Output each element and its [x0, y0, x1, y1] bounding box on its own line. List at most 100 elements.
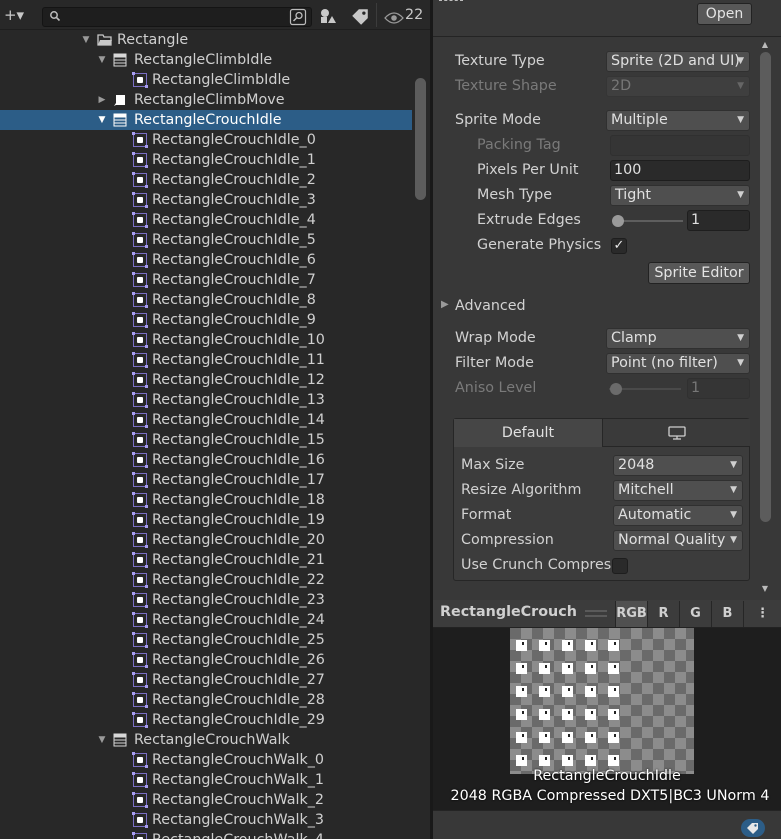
tree-item[interactable]: RectangleCrouchIdle_21 [0, 550, 412, 570]
tree-item[interactable]: RectangleCrouchIdle_9 [0, 310, 412, 330]
tree-item[interactable]: RectangleCrouchWalk_2 [0, 790, 412, 810]
tree-item[interactable]: ▶ RectangleClimbMove [0, 90, 412, 110]
tree-item[interactable]: ▼ RectangleClimbIdle [0, 50, 412, 70]
sprite-frame [585, 686, 596, 697]
advanced-foldout[interactable]: ▶ Advanced [433, 296, 763, 318]
sprite-mode-dropdown[interactable]: Multiple ▼ [606, 110, 750, 131]
tree-item[interactable]: RectangleCrouchIdle_7 [0, 270, 412, 290]
tree-item[interactable]: RectangleCrouchIdle_24 [0, 610, 412, 630]
open-button[interactable]: Open [697, 3, 752, 25]
tree-item[interactable]: RectangleCrouchWalk_0 [0, 750, 412, 770]
tree-scrollbar-thumb[interactable] [415, 78, 426, 200]
tree-item[interactable]: RectangleCrouchIdle_15 [0, 430, 412, 450]
packing-tag-row: Packing Tag [433, 135, 763, 157]
tree-item[interactable]: RectangleCrouchIdle_25 [0, 630, 412, 650]
expand-arrow-icon[interactable]: ▼ [80, 30, 92, 50]
tree-item[interactable]: RectangleCrouchWalk_3 [0, 810, 412, 830]
preview-menu-button[interactable]: ⋮ [743, 601, 781, 627]
tree-item[interactable]: RectangleCrouchIdle_6 [0, 250, 412, 270]
tree-item[interactable]: RectangleCrouchIdle_8 [0, 290, 412, 310]
tree-item[interactable]: RectangleCrouchIdle_18 [0, 490, 412, 510]
format-dropdown[interactable]: Automatic ▼ [613, 505, 743, 526]
tree-item[interactable]: RectangleCrouchIdle_10 [0, 330, 412, 350]
tree-item[interactable]: RectangleCrouchIdle_11 [0, 350, 412, 370]
search-by-type-icon[interactable] [288, 8, 308, 26]
tab-standalone-platform[interactable] [603, 419, 750, 447]
tree-item[interactable]: RectangleCrouchIdle_22 [0, 570, 412, 590]
tree-item[interactable]: RectangleCrouchWalk_4 [0, 830, 412, 839]
tree-item[interactable]: RectangleCrouchIdle_3 [0, 190, 412, 210]
tree-item[interactable]: RectangleCrouchIdle_2 [0, 170, 412, 190]
resize-algorithm-dropdown[interactable]: Mitchell ▼ [613, 480, 743, 501]
compression-dropdown[interactable]: Normal Quality ▼ [613, 530, 743, 551]
create-menu-button[interactable]: +▾ [0, 5, 28, 25]
tree-item[interactable]: ▼ RectangleCrouchWalk [0, 730, 412, 750]
hidden-packages-count[interactable]: 22 [405, 7, 423, 23]
sprite-frame [585, 663, 596, 674]
asset-labels-button[interactable] [741, 819, 765, 837]
texture-type-dropdown[interactable]: Sprite (2D and UI) ▼ [606, 51, 750, 72]
sprite-editor-button[interactable]: Sprite Editor [648, 262, 750, 284]
tree-item-label: RectangleCrouchWalk_4 [152, 830, 324, 839]
wrap-mode-dropdown[interactable]: Clamp ▼ [606, 328, 750, 349]
tree-item[interactable]: RectangleCrouchIdle_13 [0, 390, 412, 410]
tree-item[interactable]: RectangleCrouchIdle_19 [0, 510, 412, 530]
tree-item[interactable]: ▼ Rectangle [0, 30, 412, 50]
tree-item[interactable]: RectangleCrouchIdle_27 [0, 670, 412, 690]
tree-item[interactable]: RectangleCrouchIdle_1 [0, 150, 412, 170]
extrude-edges-slider-thumb[interactable] [612, 215, 624, 227]
hidden-packages-eye-icon[interactable] [384, 9, 404, 27]
extrude-edges-row: Extrude Edges 1 [433, 210, 763, 232]
inspector-footer [433, 810, 781, 839]
tree-item[interactable]: RectangleCrouchIdle_29 [0, 710, 412, 730]
preview-drag-handle[interactable] [585, 610, 607, 617]
crunch-compression-checkbox[interactable] [612, 558, 628, 574]
filter-mode-dropdown[interactable]: Point (no filter) ▼ [606, 353, 750, 374]
tree-item-label: RectangleClimbIdle [152, 72, 291, 88]
extrude-edges-slider-track[interactable] [615, 220, 683, 222]
sprite-frame [539, 709, 550, 720]
tree-item[interactable]: RectangleCrouchIdle_28 [0, 690, 412, 710]
texture-type-value: Sprite (2D and UI) [611, 53, 740, 69]
tree-item[interactable]: RectangleCrouchIdle_23 [0, 590, 412, 610]
channel-b-button[interactable]: B [711, 601, 743, 627]
tree-item[interactable]: RectangleCrouchIdle_12 [0, 370, 412, 390]
channel-g-button[interactable]: G [679, 601, 711, 627]
sprite-frame [585, 755, 596, 766]
tree-item[interactable]: RectangleCrouchIdle_5 [0, 230, 412, 250]
pixels-per-unit-field[interactable]: 100 [610, 160, 750, 181]
tree-item[interactable]: RectangleClimbIdle [0, 70, 412, 90]
tree-item[interactable]: RectangleCrouchIdle_26 [0, 650, 412, 670]
mesh-type-dropdown[interactable]: Tight ▼ [610, 185, 750, 206]
inspector-scroll-up-icon[interactable]: ▲ [759, 40, 771, 50]
expand-arrow-icon[interactable]: ▼ [96, 110, 108, 130]
generate-physics-checkbox[interactable]: ✓ [611, 238, 627, 254]
tree-item-label: RectangleCrouchWalk_3 [152, 812, 324, 828]
tree-item[interactable]: RectangleCrouchIdle_20 [0, 530, 412, 550]
dropdown-arrow-icon: ▼ [730, 485, 737, 495]
channel-r-button[interactable]: R [647, 601, 679, 627]
tree-item[interactable]: RectangleCrouchIdle_4 [0, 210, 412, 230]
generate-physics-row: Generate Physics ✓ [433, 235, 763, 257]
filter-by-label-icon[interactable] [350, 8, 370, 26]
expand-arrow-icon[interactable]: ▼ [96, 50, 108, 70]
max-size-dropdown[interactable]: 2048 ▼ [613, 455, 743, 476]
filter-by-type-icon[interactable] [318, 7, 338, 25]
collapse-arrow-icon[interactable]: ▶ [96, 90, 108, 110]
sprite-icon [132, 332, 148, 348]
tree-item[interactable]: RectangleCrouchIdle_0 [0, 130, 412, 150]
tree-item[interactable]: RectangleCrouchIdle_16 [0, 450, 412, 470]
search-field[interactable] [42, 7, 312, 27]
inspector-scrollbar-thumb[interactable] [760, 52, 771, 522]
tab-default-platform[interactable]: Default [454, 419, 603, 447]
tree-item[interactable]: RectangleCrouchIdle_14 [0, 410, 412, 430]
channel-rgb-button[interactable]: RGB [615, 601, 647, 627]
tree-item[interactable]: RectangleCrouchWalk_1 [0, 770, 412, 790]
extrude-edges-field[interactable]: 1 [687, 210, 750, 231]
expand-arrow-icon[interactable]: ▼ [96, 730, 108, 750]
tree-item[interactable]: RectangleCrouchIdle_17 [0, 470, 412, 490]
inspector-scroll-down-icon[interactable]: ▼ [759, 584, 771, 594]
packing-tag-label: Packing Tag [477, 137, 561, 153]
tree-item[interactable]: ▼ RectangleCrouchIdle [0, 110, 412, 130]
search-input[interactable] [65, 9, 285, 25]
